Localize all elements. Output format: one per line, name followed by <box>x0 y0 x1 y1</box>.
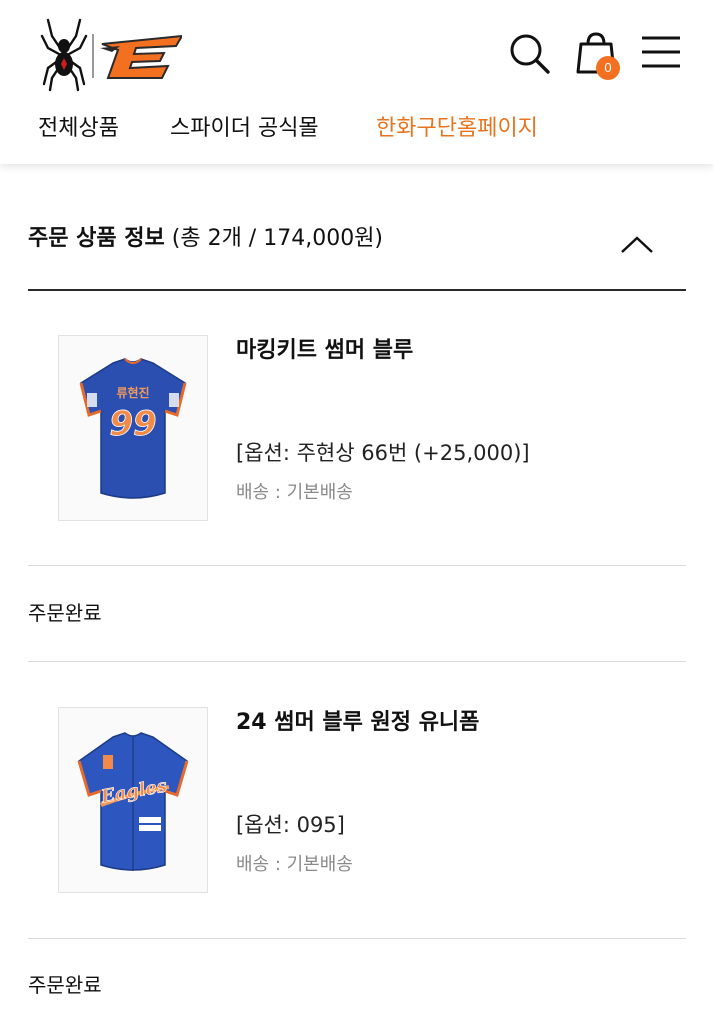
jersey-image: Eagles <box>77 732 189 871</box>
order-items-heading: 주문 상품 정보 (총 2개 / 174,000원) <box>28 222 383 256</box>
nav-item-spyder-store[interactable]: 스파이더 공식몰 <box>170 112 319 146</box>
product-option: [옵션: 095] <box>236 813 345 837</box>
site-header: 0 전체상품 스파이더 공식몰 한화구단홈페이지 <box>0 0 714 164</box>
jersey-image: 류현진 99 <box>79 358 187 499</box>
product-name[interactable]: 마킹키트 썸머 블루 <box>236 336 413 366</box>
nav-item-hanwha-homepage[interactable]: 한화구단홈페이지 <box>376 112 538 146</box>
order-status: 주문완료 <box>28 601 102 625</box>
eagles-logo[interactable] <box>98 34 182 80</box>
hamburger-menu-icon[interactable] <box>640 30 682 76</box>
product-thumbnail[interactable]: Eagles <box>58 707 208 893</box>
product-thumbnail[interactable]: 류현진 99 <box>58 335 208 521</box>
section-divider <box>28 289 686 291</box>
product-name[interactable]: 24 썸머 블루 원정 유니폼 <box>236 708 479 738</box>
svg-text:류현진: 류현진 <box>116 385 149 400</box>
logo-divider <box>92 34 94 78</box>
product-option: [옵션: 주현상 66번 (+25,000)] <box>236 441 530 465</box>
order-items-summary: (총 2개 / 174,000원) <box>171 226 384 251</box>
order-items-title: 주문 상품 정보 <box>28 226 165 251</box>
chevron-up-icon[interactable] <box>618 232 656 256</box>
nav-item-all-products[interactable]: 전체상품 <box>38 112 119 146</box>
order-status: 주문완료 <box>28 973 102 997</box>
product-shipping: 배송 : 기본배송 <box>236 482 353 503</box>
cart-count-badge: 0 <box>596 56 620 80</box>
svg-text:99: 99 <box>109 404 156 444</box>
item-divider <box>28 938 686 939</box>
item-divider <box>28 565 686 566</box>
item-divider <box>28 661 686 662</box>
spyder-logo[interactable] <box>40 18 88 92</box>
search-icon[interactable] <box>506 30 552 76</box>
product-shipping: 배송 : 기본배송 <box>236 854 353 875</box>
main-nav: 전체상품 스파이더 공식몰 한화구단홈페이지 <box>0 112 714 152</box>
